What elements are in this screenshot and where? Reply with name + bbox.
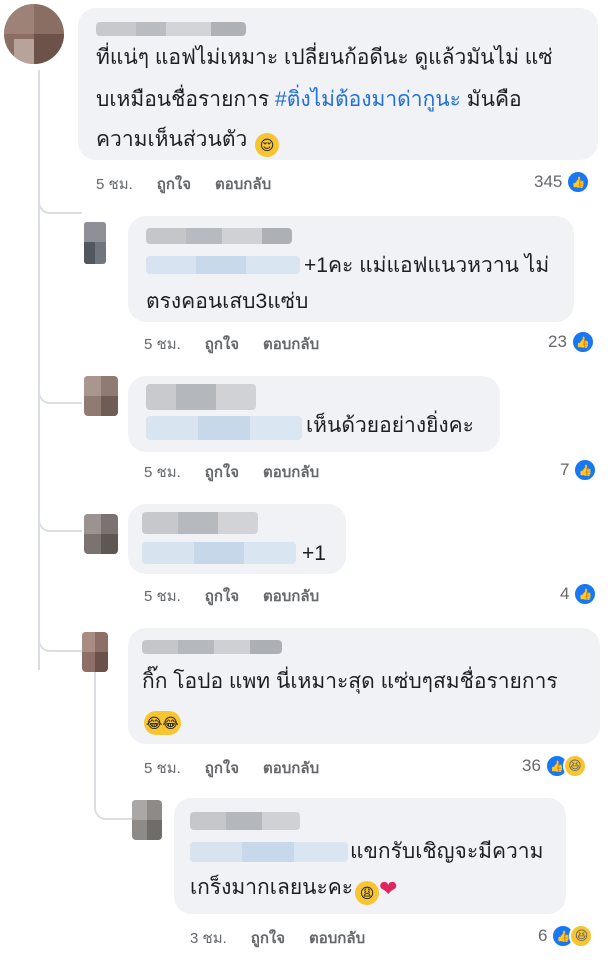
weary-emoji: 😩 [355,881,380,905]
comment-text: เกร็งมากเลยนะคะ 😩 ❤ [190,872,398,905]
comment-text: บเหมือนชื่อรายการ #ติ่งไม่ต้องมาด่ากูนะ … [96,88,522,111]
mentioned-name[interactable] [146,256,300,274]
like-button[interactable]: ถูกใจ [157,176,191,193]
reaction-count[interactable]: 345 👍 [534,170,591,194]
comment-text: +1คะ แม่แอฟแนวหวาน ไม่ [304,254,550,277]
mentioned-name[interactable] [190,842,348,862]
timestamp[interactable]: 5 ชม. [144,336,181,353]
timestamp[interactable]: 5 ชม. [144,464,181,481]
comment-text: แขกรับเชิญจะมีความ [350,840,544,863]
reaction-count[interactable]: 23 👍 [548,330,595,354]
reaction-count[interactable]: 6 👍 😆 [538,924,594,948]
reply-button[interactable]: ตอบกลับ [263,588,319,605]
like-button[interactable]: ถูกใจ [205,588,239,605]
commenter-name[interactable] [142,512,258,534]
comment-text: ตรงคอนเสบ3แซ่บ [146,290,309,313]
like-icon: 👍 [573,458,598,482]
comment-text: ความเห็นส่วนตัว 😌 [96,124,280,157]
reply-button[interactable]: ตอบกลับ [215,176,271,193]
comment-meta: 5 ชม. ถูกใจ ตอบกลับ [144,332,343,356]
comment-meta: 5 ชม. ถูกใจ ตอบกลับ [144,584,343,608]
comment-meta: 5 ชม. ถูกใจ ตอบกลับ [144,756,343,780]
comment-meta: 3 ชม. ถูกใจ ตอบกลับ [190,926,389,950]
avatar[interactable] [4,4,64,64]
reply-button[interactable]: ตอบกลับ [263,336,319,353]
thread-connector [38,356,82,404]
avatar[interactable] [84,514,118,554]
thread-connector [38,620,82,652]
timestamp[interactable]: 5 ชม. [144,760,181,777]
thread-line-reply [94,668,96,808]
like-icon: 👍 [566,170,591,194]
avatar[interactable] [84,222,106,264]
timestamp[interactable]: 5 ชม. [144,588,181,605]
comment-text: ที่แน่ๆ แอฟไม่เหมาะ เปลี่ยนก้อดีนะ ดูแล้… [96,46,553,69]
comment-text: เห็นด้วยอย่างยิ่งคะ [306,414,474,437]
heart-emoji: ❤ [379,876,398,901]
thread-connector [94,790,136,820]
like-button[interactable]: ถูกใจ [251,930,285,947]
mentioned-name[interactable] [142,542,296,564]
reply-button[interactable]: ตอบกลับ [263,464,319,481]
comment-text: +1 [302,542,326,565]
reply-button[interactable]: ตอบกลับ [309,930,365,947]
reply-button[interactable]: ตอบกลับ [263,760,319,777]
timestamp[interactable]: 3 ชม. [190,930,227,947]
avatar[interactable] [84,376,118,416]
commenter-name[interactable] [146,228,292,244]
haha-icon: 😆 [569,924,594,948]
like-button[interactable]: ถูกใจ [205,760,239,777]
mentioned-name[interactable] [146,416,302,440]
timestamp[interactable]: 5 ชม. [96,176,133,193]
comment-text: กิ๊ก โอปอ แพท นี่เหมาะสุด แซ่บๆสมชื่อราย… [142,670,558,693]
thread-connector [38,490,82,532]
like-icon: 👍 [570,330,595,354]
like-icon: 👍 [573,582,598,606]
thread-connector [38,196,82,214]
comment-text: 😂😂 [142,702,181,735]
reaction-count[interactable]: 36 👍 😆 [522,754,587,778]
commenter-name[interactable] [190,812,300,830]
comment-meta: 5 ชม. ถูกใจ ตอบกลับ [144,460,343,484]
like-button[interactable]: ถูกใจ [205,336,239,353]
hashtag-link[interactable]: #ติ่งไม่ต้องมาด่ากูนะ [275,88,461,111]
avatar[interactable] [132,800,162,840]
commenter-name[interactable] [142,640,282,654]
tears-of-joy-emoji: 😂😂 [144,711,181,735]
like-button[interactable]: ถูกใจ [205,464,239,481]
avatar[interactable] [82,632,108,672]
reaction-count[interactable]: 7 👍 [560,458,598,482]
commenter-name[interactable] [96,22,246,36]
haha-icon: 😆 [562,754,587,778]
reaction-count[interactable]: 4 👍 [560,582,598,606]
comment-meta: 5 ชม. ถูกใจ ตอบกลับ [96,172,295,196]
relieved-emoji: 😌 [255,133,280,157]
commenter-name[interactable] [146,384,256,410]
